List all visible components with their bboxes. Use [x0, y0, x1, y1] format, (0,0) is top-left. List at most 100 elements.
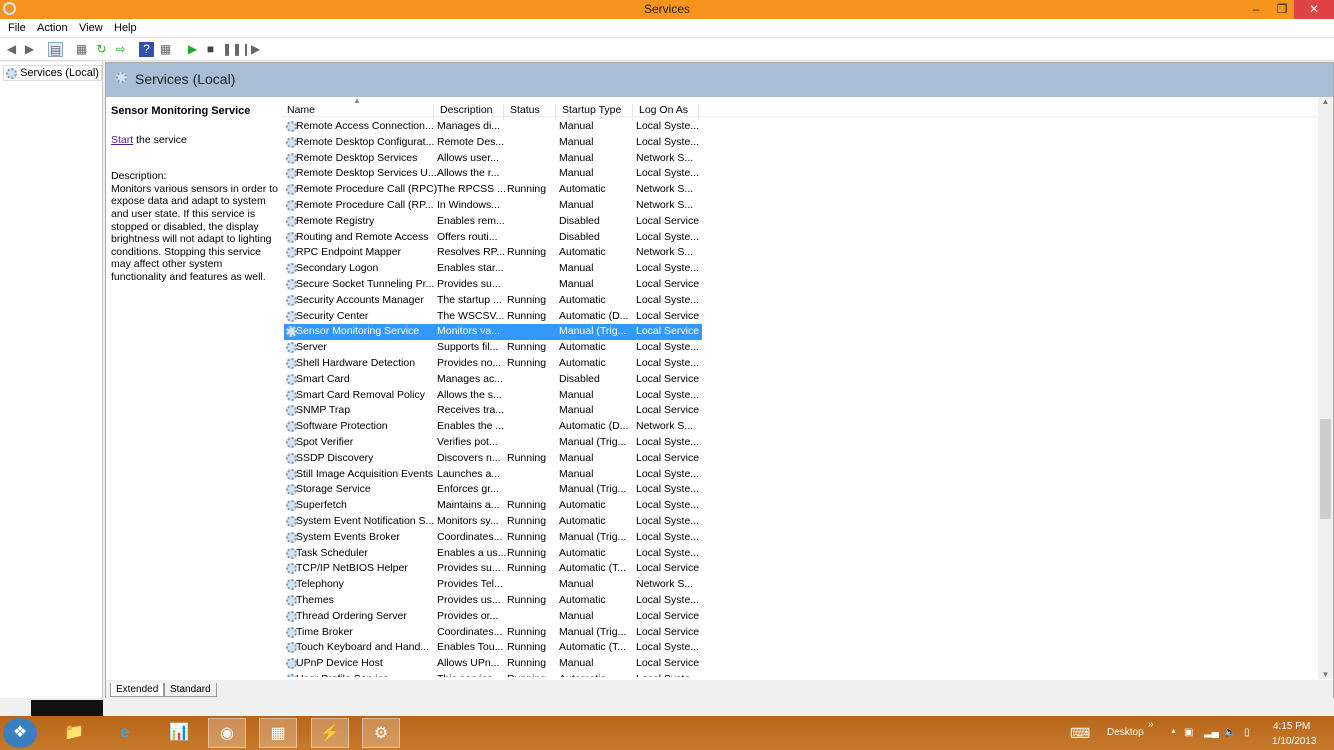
column-description[interactable]: Description: [434, 104, 504, 120]
table-row[interactable]: Secure Socket Tunneling Pr... Provides su…: [284, 277, 702, 293]
table-row[interactable]: Shell Hardware Detection Provides no... Ru…: [284, 356, 702, 372]
table-row[interactable]: Security Accounts Manager The startup ...…: [284, 293, 702, 309]
table-row[interactable]: Sensor Monitoring Service Monitors va... M…: [284, 324, 702, 341]
table-row[interactable]: Time Broker Coordinates... Running Manual (…: [284, 625, 702, 641]
table-row[interactable]: Routing and Remote Access Offers routi...…: [284, 230, 702, 246]
start-service-link[interactable]: Start: [111, 134, 133, 146]
table-row[interactable]: Storage Service Enforces gr... Manual (Tri…: [284, 482, 702, 498]
battery-icon[interactable]: ▯: [1244, 727, 1250, 738]
table-row[interactable]: SNMP Trap Receives tra... Manual Local Serv…: [284, 403, 702, 419]
properties-icon[interactable]: ▦: [74, 42, 89, 57]
service-startup-type: Manual: [559, 278, 594, 290]
table-row[interactable]: Superfetch Maintains a... Running Automatic…: [284, 498, 702, 514]
table-row[interactable]: Remote Desktop Services U... Allows the r…: [284, 166, 702, 182]
table-row[interactable]: Touch Keyboard and Hand... Enables Tou...…: [284, 640, 702, 656]
service-description: Manages di...: [437, 120, 501, 132]
clock-date[interactable]: 1/10/2013: [1272, 736, 1317, 747]
vertical-scrollbar[interactable]: ▲ ▼: [1318, 97, 1333, 679]
table-row[interactable]: Still Image Acquisition Events Launches a…: [284, 467, 702, 483]
menu-file[interactable]: File: [8, 22, 26, 34]
tree-node-services-local[interactable]: Services (Local): [3, 65, 102, 81]
action-pane-icon[interactable]: ▦: [158, 42, 173, 57]
help-icon[interactable]: ?: [139, 42, 154, 57]
scroll-down-icon[interactable]: ▼: [1318, 670, 1333, 679]
chrome-icon[interactable]: ◉: [208, 718, 246, 748]
internet-explorer-icon[interactable]: e: [106, 718, 144, 748]
tab-extended[interactable]: Extended: [110, 683, 165, 697]
table-row[interactable]: Themes Provides us... Running Automatic Loca…: [284, 593, 702, 609]
table-row[interactable]: Secondary Logon Enables star... Manual Loca…: [284, 261, 702, 277]
volume-icon[interactable]: 🔈: [1224, 727, 1236, 738]
table-row[interactable]: Task Scheduler Enables a us... Running Auto…: [284, 546, 702, 562]
service-name: Remote Desktop Services: [296, 151, 418, 164]
table-row[interactable]: TCP/IP NetBIOS Helper Provides su... Runni…: [284, 561, 702, 577]
menu-help[interactable]: Help: [114, 22, 137, 34]
column-status[interactable]: Status: [504, 104, 556, 120]
column-name[interactable]: Name: [281, 104, 434, 120]
table-row[interactable]: Smart Card Removal Policy Allows the s...…: [284, 388, 702, 404]
table-row[interactable]: Server Supports fil... Running Automatic Loc…: [284, 340, 702, 356]
scroll-up-icon[interactable]: ▲: [1318, 97, 1333, 106]
menu-action[interactable]: Action: [37, 22, 68, 34]
table-row[interactable]: Smart Card Manages ac... Disabled Local Ser…: [284, 372, 702, 388]
control-panel-icon[interactable]: ▦: [259, 718, 297, 748]
table-row[interactable]: Software Protection Enables the ... Automa…: [284, 419, 702, 435]
close-button[interactable]: ✕: [1294, 0, 1334, 19]
battery-app-icon[interactable]: ⚡: [311, 718, 349, 748]
sort-ascending-icon: ▲: [353, 97, 361, 105]
start-service-icon[interactable]: ▶: [185, 42, 200, 57]
forward-icon[interactable]: ▶: [22, 42, 37, 57]
performance-monitor-icon[interactable]: 📊: [160, 718, 198, 748]
table-row[interactable]: Remote Registry Enables rem... Disabled Loc…: [284, 214, 702, 230]
table-row[interactable]: System Events Broker Coordinates... Runnin…: [284, 530, 702, 546]
title-bar: Services – ❐ ✕: [0, 0, 1334, 19]
pause-service-icon[interactable]: ❚❚: [222, 42, 242, 57]
signal-icon[interactable]: ▂▄: [1204, 727, 1219, 738]
clock-time[interactable]: 4:15 PM: [1273, 721, 1310, 732]
service-startup-type: Manual (Trig...: [559, 625, 627, 638]
window-title: Services: [643, 2, 690, 16]
gear-icon: [116, 72, 127, 83]
menu-view[interactable]: View: [79, 22, 103, 34]
show-hide-tree-icon[interactable]: ▤: [48, 42, 63, 57]
show-hidden-icons[interactable]: ▲: [1170, 728, 1177, 735]
maximize-button[interactable]: ❐: [1269, 0, 1295, 19]
service-name: Still Image Acquisition Events: [296, 467, 434, 480]
table-row[interactable]: Remote Desktop Configurat... Remote Des..…: [284, 135, 702, 151]
table-row[interactable]: User Profile Service This service... Runni…: [284, 672, 702, 677]
table-row[interactable]: Telephony Provides Tel... Manual Network S.…: [284, 577, 702, 593]
start-orb-icon[interactable]: ❖: [3, 718, 37, 748]
restart-service-icon[interactable]: ❙▶: [241, 42, 260, 57]
column-startup-type[interactable]: Startup Type: [556, 104, 633, 120]
services-taskbar-icon[interactable]: ⚙: [362, 718, 400, 748]
table-row[interactable]: Remote Desktop Services Allows user... Man…: [284, 151, 702, 167]
column-log-on-as[interactable]: Log On As: [633, 104, 699, 120]
desktop-toolbar[interactable]: Desktop: [1107, 727, 1144, 738]
table-row[interactable]: UPnP Device Host Allows UPn... Running Manu…: [284, 656, 702, 672]
gear-icon: [6, 67, 17, 79]
table-row[interactable]: System Event Notification S... Monitors s…: [284, 514, 702, 530]
touch-keyboard-icon[interactable]: ⌨: [1070, 725, 1090, 742]
table-row[interactable]: Remote Procedure Call (RPC) The RPCSS ...…: [284, 182, 702, 198]
service-status: Running: [507, 625, 547, 638]
scroll-thumb[interactable]: [1320, 419, 1331, 519]
toolbar-chevron-icon[interactable]: »: [1148, 719, 1154, 730]
charms-handle[interactable]: [31, 700, 103, 716]
export-list-icon[interactable]: ⇨: [113, 42, 128, 57]
refresh-icon[interactable]: ↻: [94, 42, 109, 57]
service-log-on-as: Local Syste...: [636, 230, 700, 243]
network-icon[interactable]: ▣: [1184, 727, 1193, 738]
file-explorer-icon[interactable]: 📁: [55, 718, 93, 748]
table-row[interactable]: Thread Ordering Server Provides or... Manu…: [284, 609, 702, 625]
back-icon[interactable]: ◀: [4, 42, 19, 57]
table-row[interactable]: Security Center The WSCSV... Running Automa…: [284, 309, 702, 325]
table-row[interactable]: Spot Verifier Verifies pot... Manual (Trig…: [284, 435, 702, 451]
minimize-button[interactable]: –: [1243, 0, 1269, 19]
stop-service-icon[interactable]: ■: [203, 42, 218, 57]
table-row[interactable]: SSDP Discovery Discovers n... Running Manua…: [284, 451, 702, 467]
table-row[interactable]: Remote Procedure Call (RP... In Windows..…: [284, 198, 702, 214]
table-row[interactable]: Remote Access Connection... Manages di...…: [284, 119, 702, 135]
tab-standard[interactable]: Standard: [164, 683, 217, 697]
service-log-on-as: Network S...: [636, 151, 694, 164]
table-row[interactable]: RPC Endpoint Mapper Resolves RP... Running…: [284, 245, 702, 261]
